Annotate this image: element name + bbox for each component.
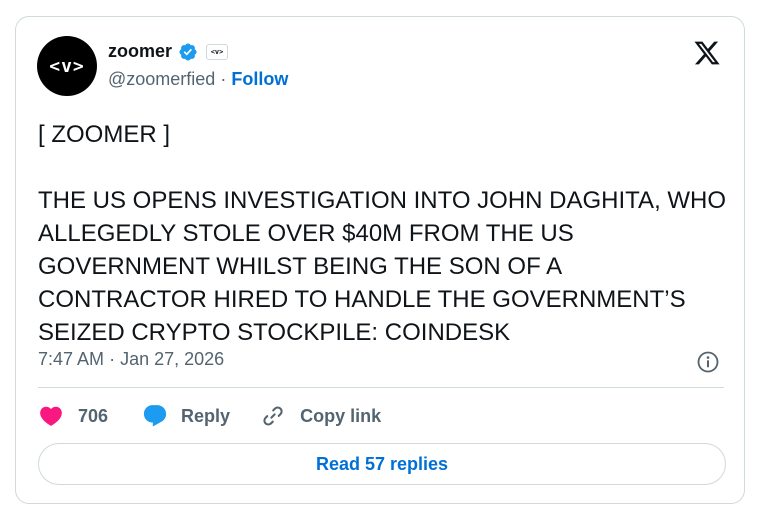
like-count: 706 xyxy=(78,405,109,426)
speech-bubble-icon xyxy=(142,403,168,429)
read-replies-button[interactable]: Read 57 replies xyxy=(38,443,726,485)
handle-row: @zoomerfied · Follow xyxy=(108,69,288,90)
x-logo-icon[interactable] xyxy=(692,39,722,67)
reply-button[interactable]: Reply xyxy=(142,403,230,429)
copy-link-label: Copy link xyxy=(300,405,382,426)
tweet-time: 7:47 AM xyxy=(38,349,105,369)
verified-badge-icon xyxy=(178,42,198,62)
link-icon xyxy=(260,403,286,429)
handle-separator: · xyxy=(220,69,227,89)
timestamp[interactable]: 7:47 AM · Jan 27, 2026 xyxy=(38,349,224,370)
heart-icon xyxy=(38,403,64,429)
follow-link[interactable]: Follow xyxy=(231,69,288,89)
info-icon[interactable] xyxy=(696,350,720,374)
display-name[interactable]: zoomer xyxy=(108,41,172,62)
tweet-card: <v> zoomer <v> @zoomerfied · Follow [ ZOOM… xyxy=(15,16,745,504)
action-bar: 706 Reply Copy link xyxy=(38,403,381,429)
author-name-row: zoomer <v> xyxy=(108,41,229,62)
affiliate-badge[interactable]: <v> xyxy=(206,43,229,60)
divider xyxy=(38,387,724,388)
copy-link-button[interactable]: Copy link xyxy=(260,403,381,429)
handle[interactable]: @zoomerfied xyxy=(108,69,215,89)
avatar[interactable]: <v> xyxy=(37,36,97,96)
tweet-date: Jan 27, 2026 xyxy=(120,349,225,369)
like-button[interactable]: 706 xyxy=(38,403,108,429)
reply-label: Reply xyxy=(181,405,231,426)
timestamp-separator: · xyxy=(109,349,116,369)
tweet-text: [ ZOOMER ] THE US OPENS INVESTIGATION IN… xyxy=(38,121,727,346)
